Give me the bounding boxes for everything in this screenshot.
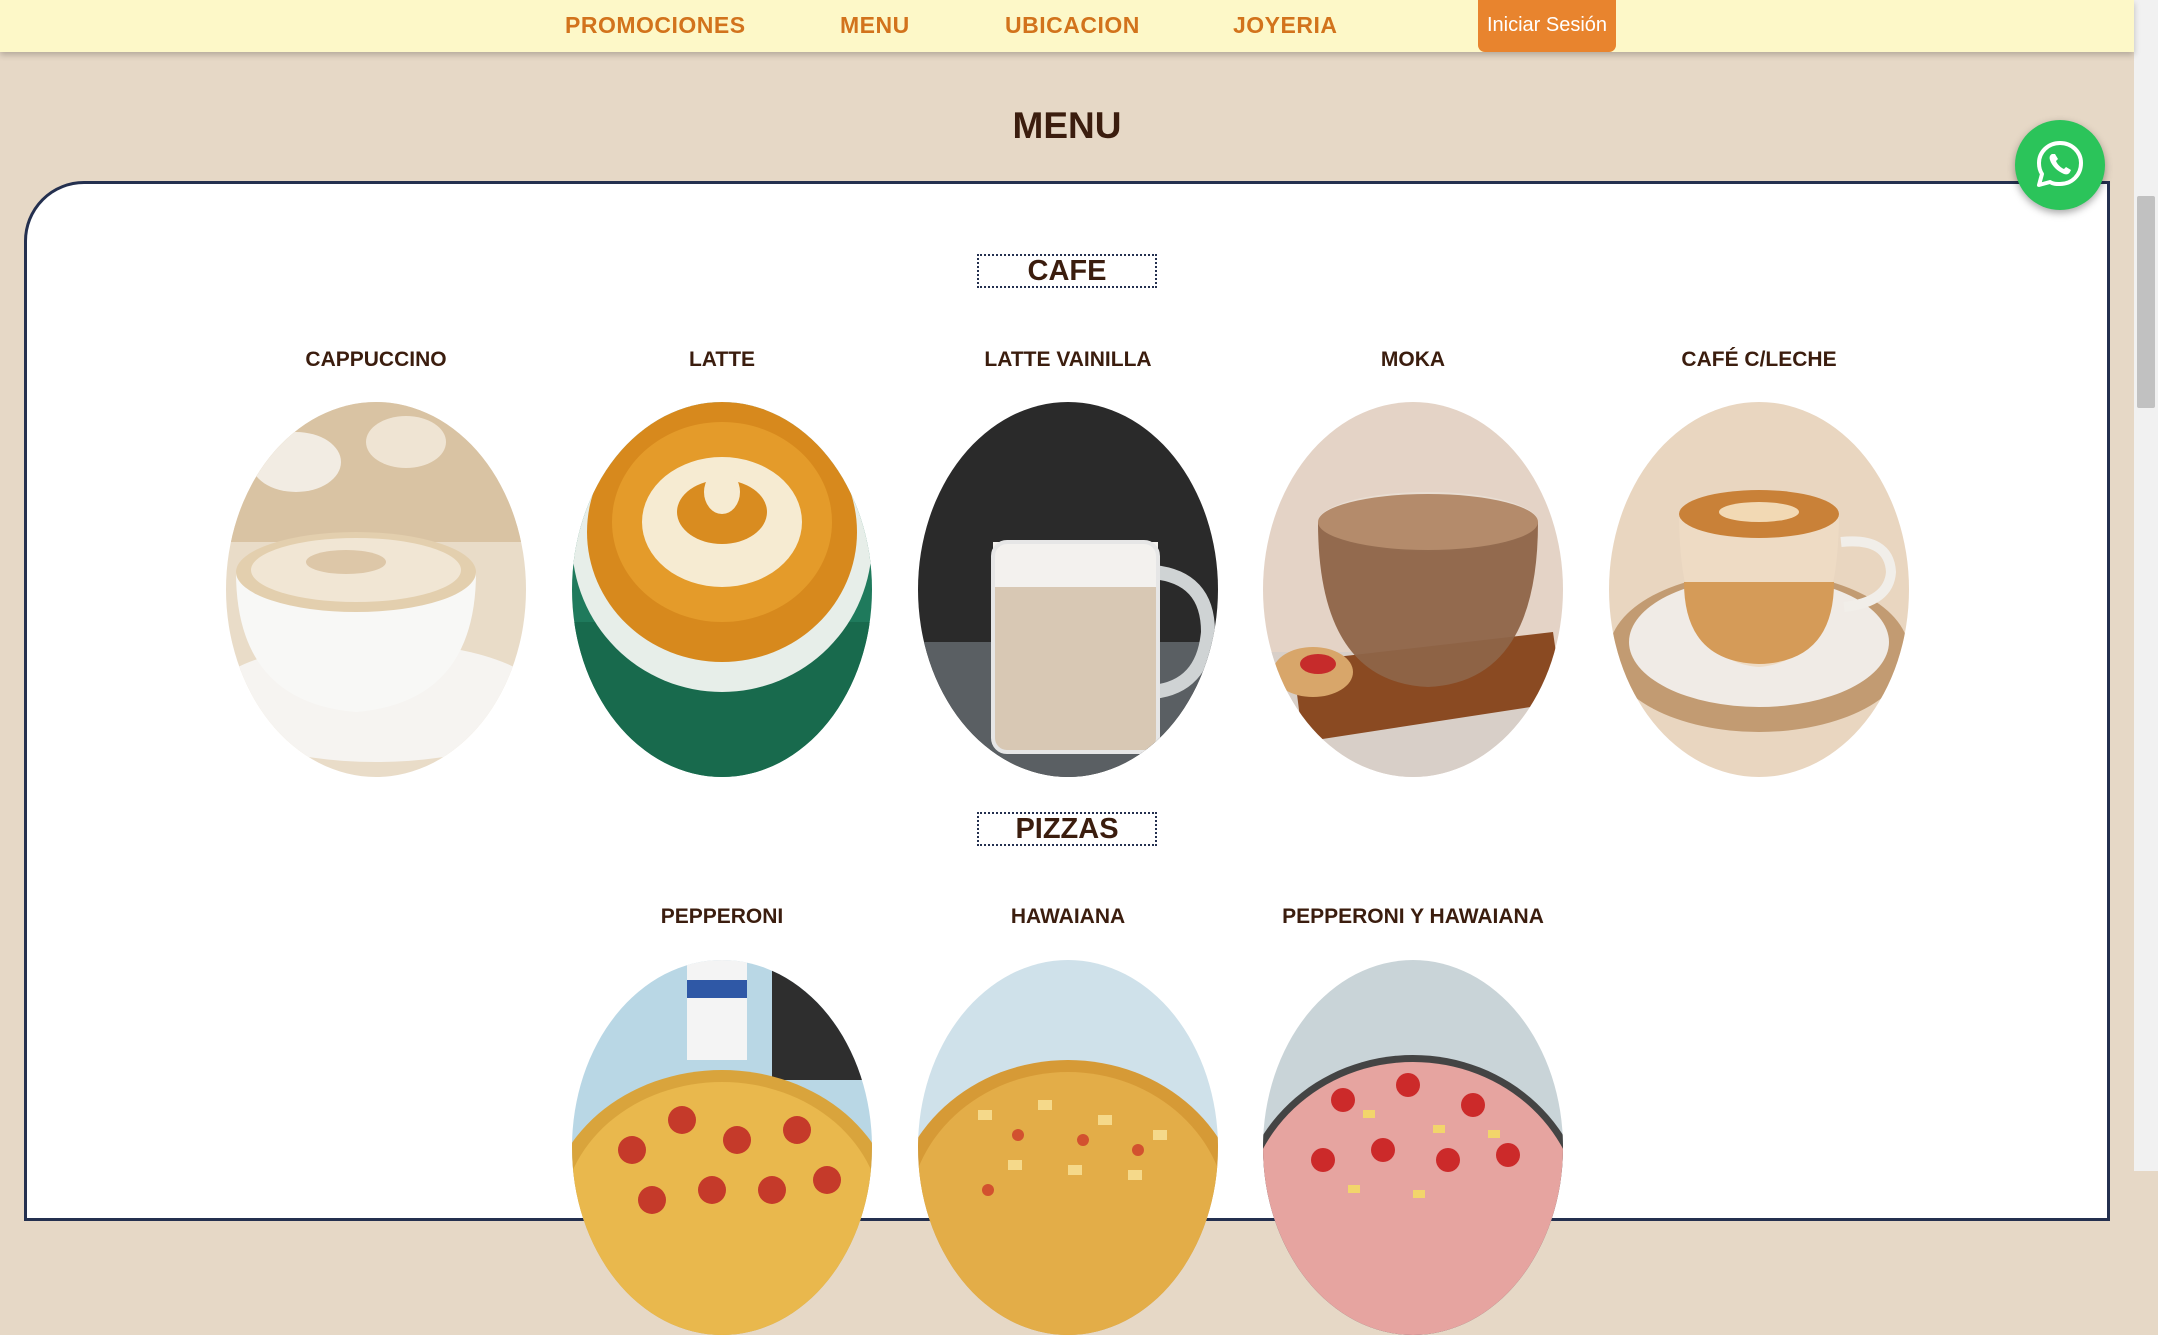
cafe-con-leche-photo[interactable]	[1609, 402, 1909, 777]
item-name-moka: MOKA	[1380, 348, 1446, 371]
item-name-cafe-con-leche: CAFÉ C/LECHE	[1681, 348, 1837, 371]
page-title: MENU	[1012, 105, 1122, 146]
top-navbar: PROMOCIONES MENU UBICACION JOYERIA Inici…	[0, 0, 2134, 52]
scrollbar-thumb[interactable]	[2137, 196, 2155, 408]
item-name-pepperoni: PEPPERONI	[660, 905, 784, 928]
moka-photo[interactable]	[1263, 402, 1563, 777]
item-name-hawaiana: HAWAIANA	[1010, 905, 1126, 928]
item-name-latte-vainilla: LATTE VAINILLA	[984, 348, 1152, 371]
latte-photo[interactable]	[572, 402, 872, 777]
whatsapp-button[interactable]	[2015, 120, 2105, 210]
whatsapp-icon	[2037, 141, 2083, 187]
category-title-pizzas: PIZZAS	[977, 812, 1157, 846]
latte-vainilla-photo[interactable]	[918, 402, 1218, 777]
hawaiana-photo[interactable]	[918, 960, 1218, 1335]
pepperoni-y-hawaiana-photo[interactable]	[1263, 960, 1563, 1335]
login-button[interactable]: Iniciar Sesión	[1478, 0, 1616, 52]
category-title-cafe: CAFE	[977, 254, 1157, 288]
item-name-latte: LATTE	[688, 348, 756, 371]
nav-link-joyeria[interactable]: JOYERIA	[1233, 12, 1337, 39]
nav-link-promociones[interactable]: PROMOCIONES	[565, 12, 746, 39]
cappuccino-photo[interactable]	[226, 402, 526, 777]
nav-link-ubicacion[interactable]: UBICACION	[1005, 12, 1140, 39]
pepperoni-photo[interactable]	[572, 960, 872, 1335]
nav-link-menu[interactable]: MENU	[840, 12, 910, 39]
item-name-cappuccino: CAPPUCCINO	[305, 348, 447, 371]
item-name-pepperoni-y-hawaiana: PEPPERONI Y HAWAIANA	[1282, 905, 1544, 928]
scrollbar-track[interactable]	[2134, 0, 2158, 1171]
